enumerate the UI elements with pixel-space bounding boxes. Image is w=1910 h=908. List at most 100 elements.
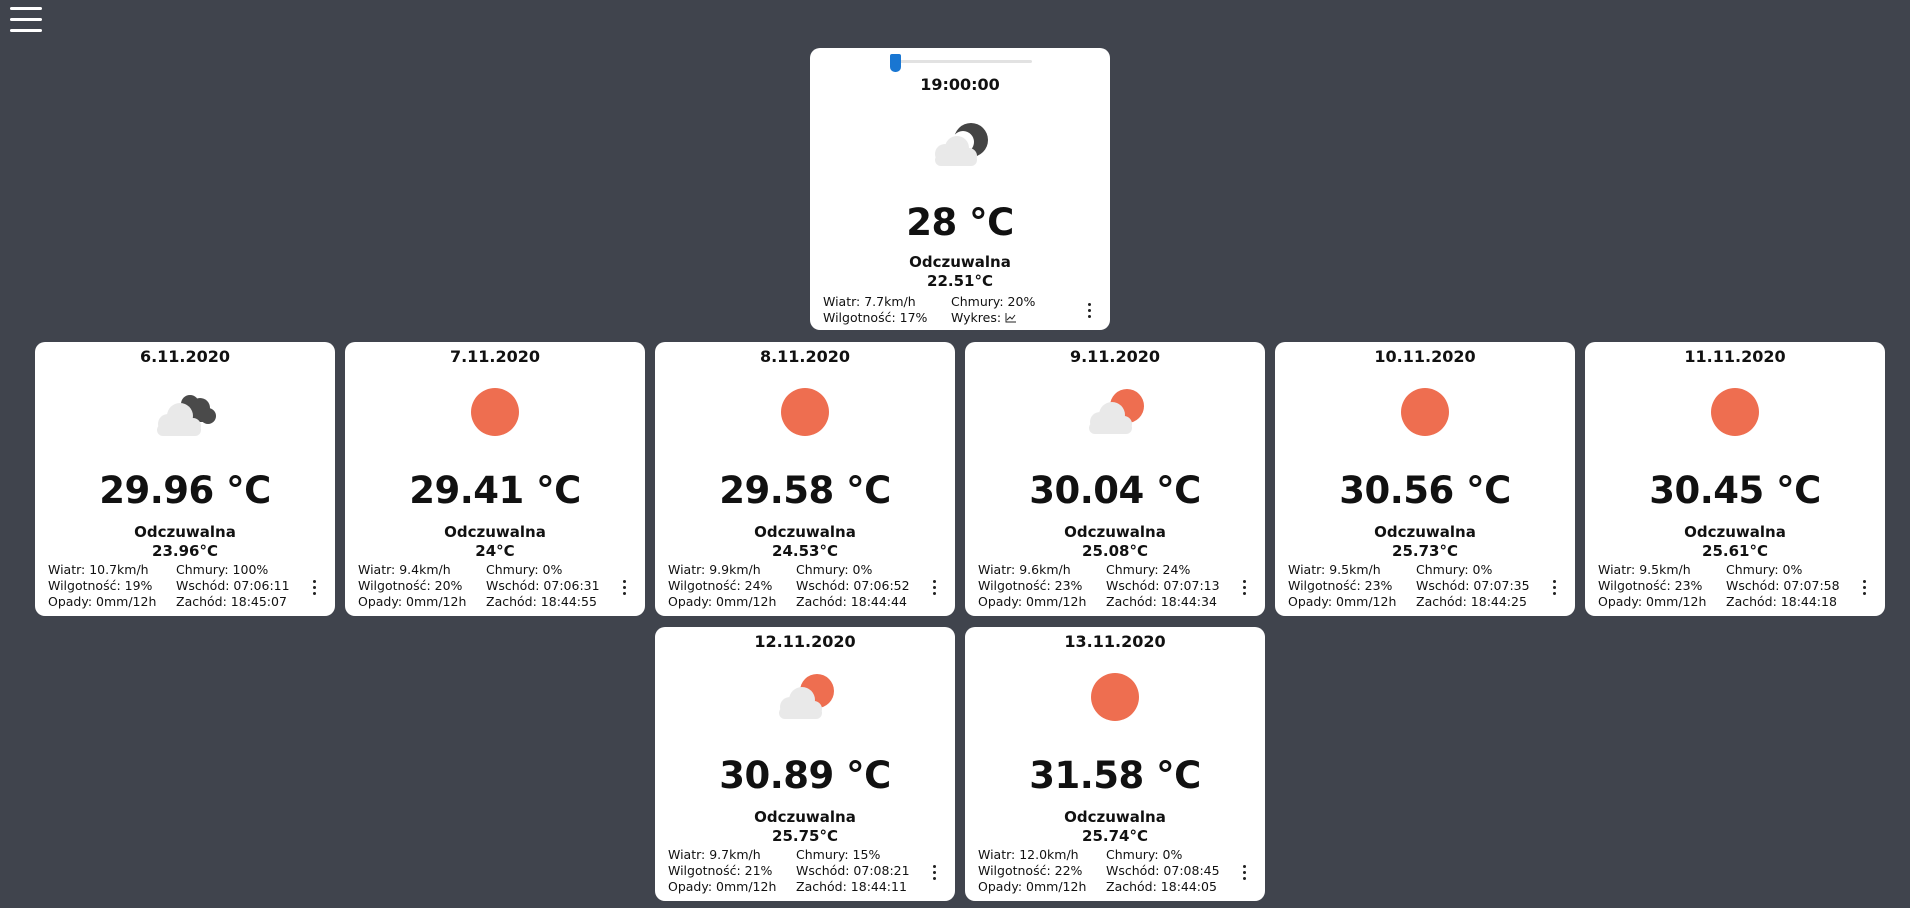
- forecast-details: Wiatr: 9.9km/h Chmury: 0% Wilgotność: 24%…: [668, 562, 910, 610]
- sunrise-value: Wschód: 07:06:31: [486, 578, 600, 593]
- sunrise-value: Wschód: 07:06:52: [796, 578, 910, 593]
- feels-like-value: 25.61°C: [1702, 542, 1768, 560]
- sunrise-value: Wschód: 07:06:11: [176, 578, 290, 593]
- forecast-day-card: 8.11.2020 29.58 °C Odczuwalna 24.53°C Wi…: [655, 342, 955, 616]
- forecast-details: Wiatr: 9.6km/h Chmury: 24% Wilgotność: 23…: [978, 562, 1220, 610]
- current-details: Wiatr: 7.7km/h Chmury: 20% Wilgotność: 17…: [823, 294, 1035, 326]
- forecast-date: 7.11.2020: [449, 347, 541, 366]
- more-options-icon[interactable]: [931, 865, 937, 883]
- feels-like-value: 25.74°C: [1082, 827, 1148, 845]
- sunrise-value: Wschód: 07:08:45: [1106, 863, 1220, 878]
- cloud-sun-icon: [770, 669, 840, 729]
- more-options-icon[interactable]: [1241, 580, 1247, 598]
- clouds-value: Chmury: 0%: [1106, 847, 1183, 862]
- clouds-value: Chmury: 20%: [951, 294, 1036, 309]
- forecast-details: Wiatr: 9.5km/h Chmury: 0% Wilgotność: 23%…: [1598, 562, 1840, 610]
- feels-like-value: 25.08°C: [1082, 542, 1148, 560]
- humidity-value: Wilgotność: 20%: [358, 578, 463, 593]
- humidity-value: Wilgotność: 19%: [48, 578, 153, 593]
- wind-value: Wiatr: 9.9km/h: [668, 562, 761, 577]
- humidity-value: Wilgotność: 24%: [668, 578, 773, 593]
- more-options-icon[interactable]: [1861, 580, 1867, 598]
- forecast-day-card: 7.11.2020 29.41 °C Odczuwalna 24°C Wiatr…: [345, 342, 645, 616]
- feels-like-label: Odczuwalna: [754, 523, 856, 541]
- humidity-value: Wilgotność: 17%: [823, 310, 928, 325]
- sunset-value: Zachód: 18:45:07: [176, 594, 287, 609]
- rain-value: Opady: 0mm/12h: [1288, 594, 1397, 609]
- clouds-value: Chmury: 0%: [486, 562, 563, 577]
- forecast-day-card: 9.11.2020 30.04 °C Odczuwalna 25.08°C Wi…: [965, 342, 1265, 616]
- feels-like-value: 25.75°C: [772, 827, 838, 845]
- rain-value: Opady: 0mm/12h: [978, 879, 1087, 894]
- rain-value: Opady: 0mm/12h: [978, 594, 1087, 609]
- forecast-details: Wiatr: 12.0km/h Chmury: 0% Wilgotność: 22…: [978, 847, 1220, 895]
- sunset-value: Zachód: 18:44:34: [1106, 594, 1217, 609]
- rain-value: Opady: 0mm/12h: [668, 879, 777, 894]
- wind-value: Wiatr: 9.4km/h: [358, 562, 451, 577]
- clouds-value: Chmury: 15%: [796, 847, 881, 862]
- forecast-date: 9.11.2020: [1069, 347, 1161, 366]
- humidity-value: Wilgotność: 23%: [1598, 578, 1703, 593]
- sunset-value: Zachód: 18:44:55: [486, 594, 597, 609]
- forecast-temperature: 29.96 °C: [99, 469, 271, 512]
- feels-like-value: 24°C: [475, 542, 515, 560]
- forecast-day-card: 11.11.2020 30.45 °C Odczuwalna 25.61°C W…: [1585, 342, 1885, 616]
- chart-icon[interactable]: [1005, 311, 1017, 327]
- forecast-date: 6.11.2020: [139, 347, 231, 366]
- humidity-value: Wilgotność: 21%: [668, 863, 773, 878]
- sun-icon: [460, 384, 530, 444]
- sun-icon: [1080, 669, 1150, 729]
- rain-value: Opady: 0mm/12h: [48, 594, 157, 609]
- clouds-value: Chmury: 100%: [176, 562, 269, 577]
- more-options-icon[interactable]: [1241, 865, 1247, 883]
- current-time: 19:00:00: [920, 75, 1000, 94]
- forecast-temperature: 30.04 °C: [1029, 469, 1201, 512]
- clouds-value: Chmury: 0%: [1416, 562, 1493, 577]
- forecast-date: 13.11.2020: [1064, 632, 1166, 651]
- wind-value: Wiatr: 9.5km/h: [1598, 562, 1691, 577]
- humidity-value: Wilgotność: 22%: [978, 863, 1083, 878]
- humidity-value: Wilgotność: 23%: [1288, 578, 1393, 593]
- feels-like-label: Odczuwalna: [909, 253, 1011, 271]
- hamburger-menu-icon[interactable]: [10, 7, 42, 35]
- more-options-icon[interactable]: [311, 580, 317, 598]
- sunset-value: Zachód: 18:44:18: [1726, 594, 1837, 609]
- more-options-icon[interactable]: [1551, 580, 1557, 598]
- wind-value: Wiatr: 9.7km/h: [668, 847, 761, 862]
- cloud-sun-icon: [1080, 384, 1150, 444]
- humidity-value: Wilgotność: 23%: [978, 578, 1083, 593]
- sun-icon: [1390, 384, 1460, 444]
- forecast-details: Wiatr: 10.7km/h Chmury: 100% Wilgotność: …: [48, 562, 290, 610]
- forecast-temperature: 30.45 °C: [1649, 469, 1821, 512]
- feels-like-label: Odczuwalna: [134, 523, 236, 541]
- feels-like-value: 24.53°C: [772, 542, 838, 560]
- forecast-temperature: 30.56 °C: [1339, 469, 1511, 512]
- sunrise-value: Wschód: 07:07:13: [1106, 578, 1220, 593]
- sunrise-value: Wschód: 07:08:21: [796, 863, 910, 878]
- chart-label: Wykres:: [951, 310, 1002, 325]
- more-options-icon[interactable]: [931, 580, 937, 598]
- cloud-dark-cloud-icon: [150, 384, 220, 444]
- feels-like-label: Odczuwalna: [1684, 523, 1786, 541]
- feels-like-value: 25.73°C: [1392, 542, 1458, 560]
- forecast-details: Wiatr: 9.7km/h Chmury: 15% Wilgotność: 21…: [668, 847, 910, 895]
- clouds-value: Chmury: 24%: [1106, 562, 1191, 577]
- time-slider[interactable]: [890, 54, 1032, 72]
- feels-like-label: Odczuwalna: [1374, 523, 1476, 541]
- forecast-day-card: 12.11.2020 30.89 °C Odczuwalna 25.75°C W…: [655, 627, 955, 901]
- more-options-icon[interactable]: [1086, 303, 1092, 321]
- sunset-value: Zachód: 18:44:25: [1416, 594, 1527, 609]
- sunrise-value: Wschód: 07:07:35: [1416, 578, 1530, 593]
- wind-value: Wiatr: 9.5km/h: [1288, 562, 1381, 577]
- more-options-icon[interactable]: [621, 580, 627, 598]
- wind-value: Wiatr: 10.7km/h: [48, 562, 149, 577]
- current-weather-card: 19:00:00 28 °C Odczuwalna 22.51°C Wiatr:…: [810, 48, 1110, 330]
- time-slider-thumb[interactable]: [890, 54, 901, 72]
- rain-value: Opady: 0mm/12h: [1598, 594, 1707, 609]
- current-temperature: 28 °C: [906, 201, 1014, 244]
- clouds-value: Chmury: 0%: [796, 562, 873, 577]
- feels-like-label: Odczuwalna: [444, 523, 546, 541]
- forecast-temperature: 30.89 °C: [719, 754, 891, 797]
- forecast-temperature: 31.58 °C: [1029, 754, 1201, 797]
- feels-like-value: 22.51°C: [927, 272, 993, 290]
